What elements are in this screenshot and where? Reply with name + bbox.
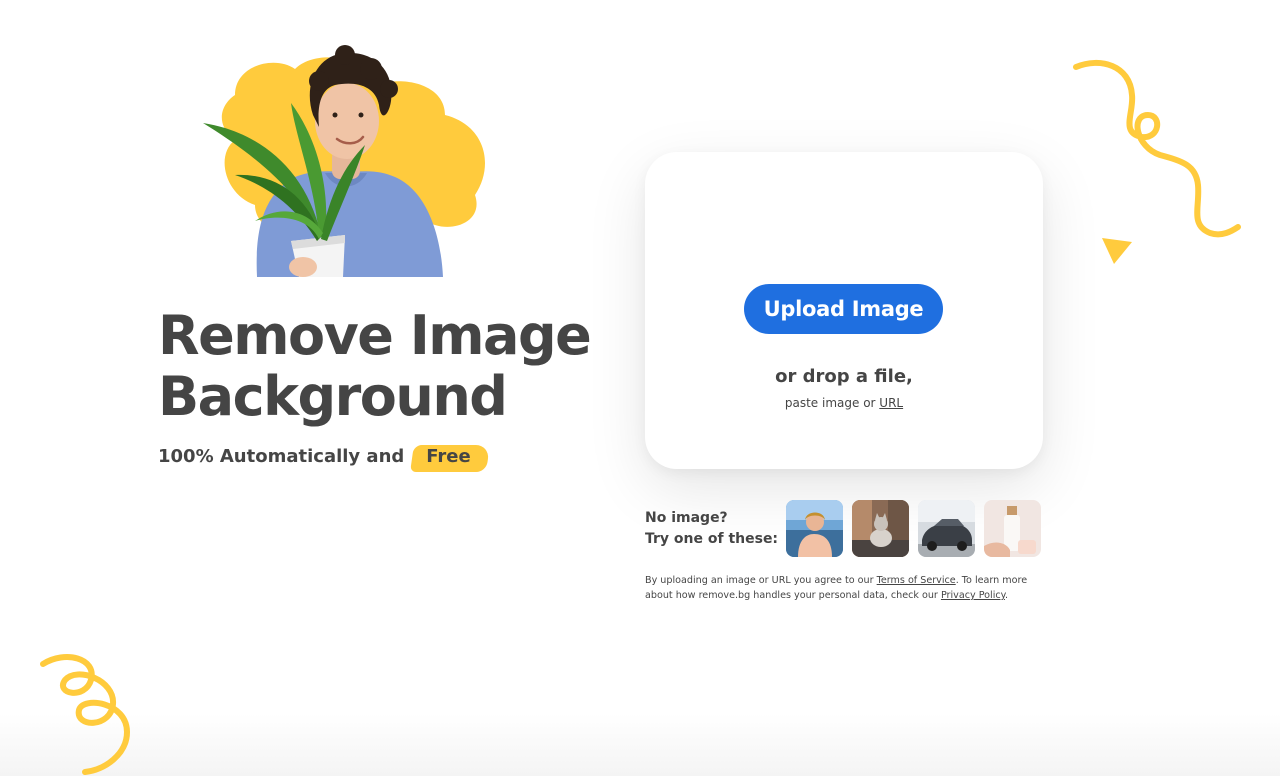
sample-prompt: No image? Try one of these: <box>645 508 778 550</box>
sample-image-car[interactable] <box>918 500 975 557</box>
cat-sample-icon <box>852 500 909 557</box>
sample-image-cat[interactable] <box>852 500 909 557</box>
spiral-decoration-icon <box>40 654 131 775</box>
legal-text-1: By uploading an image or URL you agree t… <box>645 575 874 586</box>
legal-text-3: . <box>1004 590 1009 601</box>
sample-prompt-line1: No image? <box>645 510 728 526</box>
free-badge: Free <box>412 444 484 469</box>
hero-subtitle: 100% Automatically and Free <box>158 444 485 469</box>
hero-title-line2: Background <box>158 365 508 428</box>
drop-file-text: or drop a file, <box>775 366 913 387</box>
upload-dropzone[interactable]: Upload Image or drop a file, paste image… <box>645 152 1043 469</box>
person-sample-icon <box>786 500 843 557</box>
product-sample-icon <box>984 500 1041 557</box>
squiggle-decoration-icon <box>1073 59 1241 238</box>
terms-of-service-link[interactable]: Terms of Service <box>877 575 956 586</box>
paste-hint: paste image or URL <box>645 396 1043 410</box>
sample-image-product[interactable] <box>984 500 1041 557</box>
sample-images <box>786 500 1041 557</box>
hero-subtitle-text: 100% Automatically and <box>158 446 405 467</box>
paste-hint-text: paste image or <box>784 396 876 410</box>
triangle-decoration-icon <box>1102 238 1132 264</box>
privacy-policy-link[interactable]: Privacy Policy <box>941 590 1005 601</box>
legal-notice: By uploading an image or URL you agree t… <box>645 573 1045 603</box>
page: Remove Image Background 100% Automatical… <box>0 0 1280 776</box>
car-sample-icon <box>918 500 975 557</box>
url-link[interactable]: URL <box>879 396 903 410</box>
hero-person-illustration <box>203 45 485 277</box>
upload-image-button[interactable]: Upload Image <box>744 284 943 334</box>
hero-title: Remove Image Background <box>158 304 592 428</box>
hero-title-line1: Remove Image <box>158 304 592 367</box>
sample-image-person[interactable] <box>786 500 843 557</box>
sample-prompt-line2: Try one of these: <box>645 531 779 547</box>
